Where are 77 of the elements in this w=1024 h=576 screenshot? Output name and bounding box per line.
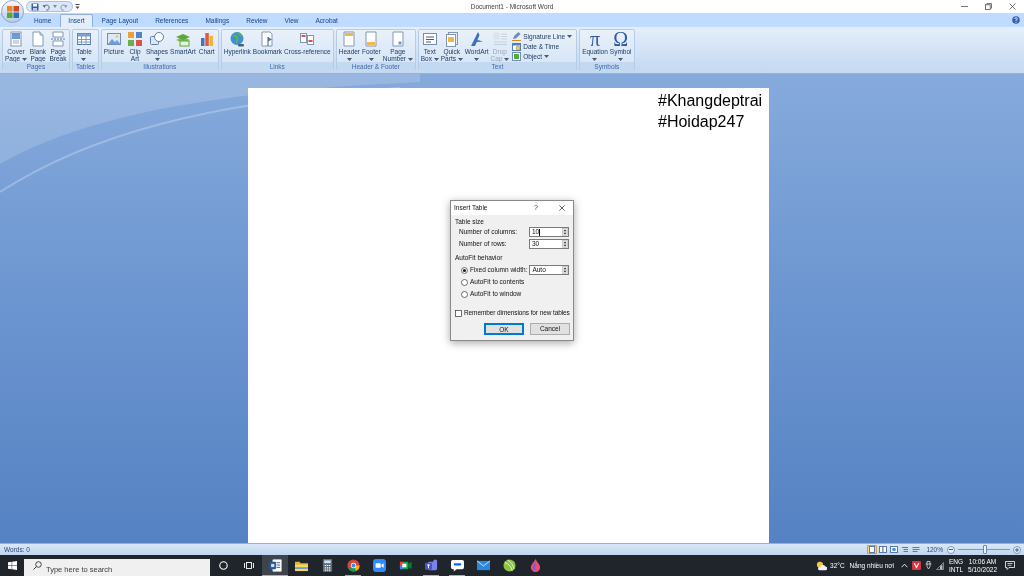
droplet-icon (528, 559, 542, 572)
sun-cloud-icon[interactable] (816, 560, 828, 571)
envelope-icon (476, 559, 490, 572)
zoom-out-button[interactable] (947, 545, 955, 554)
customize-caret-icon[interactable] (75, 3, 80, 10)
view-button[interactable] (900, 545, 911, 554)
people-tile-icon (424, 559, 438, 572)
chevron-tile-icon[interactable] (912, 561, 921, 570)
globe-page-icon (890, 546, 899, 553)
spinner-arrows-icon[interactable] (562, 228, 568, 236)
chat-bubble-icon (450, 559, 464, 572)
undo-icon[interactable] (42, 2, 50, 11)
text-box-icon (421, 31, 438, 47)
block-with-lines-icon (491, 31, 508, 47)
plus-icon (1015, 547, 1019, 552)
slider-thumb[interactable] (982, 545, 987, 554)
calendar-clock-icon (512, 42, 522, 51)
camera-icon (398, 559, 412, 572)
page-view-icon (868, 546, 877, 553)
globe-icon (229, 31, 246, 47)
blank-page-icon (30, 31, 46, 47)
notification-icon[interactable] (1005, 561, 1015, 570)
pen-icon[interactable] (925, 561, 932, 570)
zoom-slider[interactable] (958, 545, 1010, 554)
undo-caret-icon[interactable] (53, 5, 57, 8)
view-button[interactable] (911, 545, 922, 554)
landscape-picture-icon (105, 31, 122, 47)
help-icon[interactable] (1012, 16, 1020, 24)
checkbox[interactable] (455, 309, 462, 317)
restore-icon (984, 3, 992, 10)
numbered-page-icon (389, 31, 406, 47)
outline-list-icon (901, 546, 910, 553)
radio-button[interactable] (461, 266, 468, 274)
linked-pages-icon (299, 31, 316, 47)
document-tile-icon (268, 559, 282, 572)
zoom-in-button[interactable] (1013, 545, 1021, 554)
windows-logo-icon (7, 561, 17, 570)
task-view-icon (244, 561, 254, 570)
four-tiles-icon (127, 31, 144, 47)
swoosh-icon (468, 31, 485, 47)
chevron-up-icon[interactable] (901, 563, 908, 568)
pen-signature-icon (512, 32, 522, 41)
taskbar-app-button[interactable] (262, 555, 288, 576)
radio-button[interactable] (461, 290, 468, 298)
draft-lines-icon (912, 546, 921, 553)
layered-blocks-icon (174, 31, 191, 47)
minimize-icon (960, 3, 968, 10)
document-paragraph: #Hoidap247 (658, 112, 746, 132)
signal-bars-icon[interactable] (936, 561, 944, 570)
calculator-icon (320, 559, 334, 572)
stacked-pages-icon (443, 31, 460, 47)
save-icon[interactable] (31, 2, 39, 11)
table-grid-icon (76, 31, 92, 47)
view-button[interactable] (878, 545, 889, 554)
object-frame-icon (512, 52, 522, 61)
radio-button[interactable] (461, 278, 468, 286)
document-paragraph: #Khangdeptrai (658, 91, 764, 111)
four-squares-logo-icon (6, 5, 19, 18)
close-icon (1008, 3, 1016, 10)
minus-icon (949, 549, 953, 550)
page-header-icon (341, 31, 358, 47)
overlapping-shapes-icon (149, 31, 166, 47)
page-footer-icon (363, 31, 380, 47)
ring-logo-icon (346, 559, 360, 572)
spinner-arrows-icon[interactable] (562, 266, 568, 274)
split-page-icon (50, 31, 66, 47)
spinner-arrows-icon[interactable] (562, 240, 568, 248)
close-icon (559, 205, 565, 211)
bar-chart-icon (198, 31, 215, 47)
book-view-icon (879, 546, 888, 553)
circle-icon (218, 561, 228, 570)
page-with-banner-icon (8, 31, 24, 47)
page-with-flag-icon (259, 31, 276, 47)
search-icon (33, 561, 42, 570)
striped-ball-icon (502, 559, 516, 572)
video-camera-tile-icon (372, 559, 386, 572)
folder-icon (294, 559, 308, 572)
